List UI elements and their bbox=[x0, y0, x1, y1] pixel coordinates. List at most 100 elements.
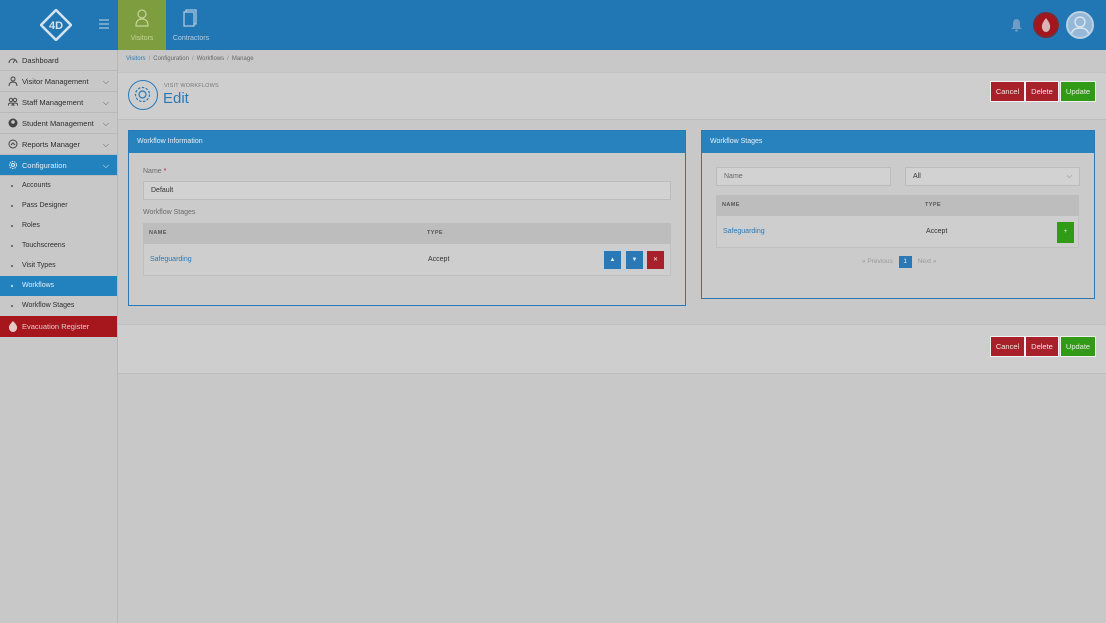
table-row: Safeguarding Accept bbox=[716, 216, 1079, 248]
workflow-information-panel: Workflow Information bbox=[128, 130, 686, 306]
page-title: Edit bbox=[163, 90, 189, 107]
arrow-down-icon: ▼ bbox=[631, 257, 638, 263]
sidebar-subitem-label: Pass Designer bbox=[22, 202, 68, 209]
sidebar-subitem-label: Visit Types bbox=[22, 262, 56, 269]
svg-text:4D: 4D bbox=[49, 20, 63, 32]
sidebar-item-reports-manager[interactable]: Reports Manager ⌵ bbox=[0, 134, 117, 155]
sidebar-subitem-label: Touchscreens bbox=[22, 242, 66, 249]
page-subtitle: VISIT WORKFLOWS bbox=[164, 83, 219, 89]
sidebar-subitem-roles[interactable]: Roles bbox=[0, 216, 117, 236]
flame-icon bbox=[1041, 18, 1051, 32]
delete-button[interactable]: Delete bbox=[1025, 81, 1059, 102]
plus-icon: + bbox=[1063, 229, 1068, 235]
next-page-button[interactable]: Next » bbox=[918, 258, 937, 265]
sidebar-item-label: Dashboard bbox=[22, 56, 59, 65]
evacuation-button[interactable] bbox=[1033, 12, 1059, 38]
bullet-icon bbox=[11, 185, 13, 187]
sidebar-item-evacuation-register[interactable]: Evacuation Register bbox=[0, 316, 117, 337]
pagination: « Previous 1 Next » bbox=[862, 256, 937, 268]
cancel-button[interactable]: Cancel bbox=[990, 81, 1025, 102]
settings-icon bbox=[128, 80, 158, 110]
chevron-down-icon: ⌵ bbox=[1066, 173, 1072, 180]
sidebar-item-student-management[interactable]: Student Management ⌵ bbox=[0, 113, 117, 134]
sidebar-item-label: Reports Manager bbox=[22, 140, 80, 149]
sidebar-item-configuration[interactable]: Configuration ⌵ bbox=[0, 155, 117, 176]
breadcrumb-link[interactable]: Configuration bbox=[153, 56, 189, 62]
student-icon bbox=[8, 118, 18, 128]
stage-name-link[interactable]: Safeguarding bbox=[150, 244, 192, 276]
breadcrumb-current: Manage bbox=[231, 56, 254, 62]
table-header: NAME TYPE bbox=[143, 223, 671, 244]
column-header-type: TYPE bbox=[427, 230, 443, 236]
delete-button[interactable]: Delete bbox=[1025, 336, 1059, 357]
panel-heading: Workflow Stages bbox=[702, 131, 1094, 153]
sidebar-subitem-label: Workflows bbox=[22, 282, 55, 289]
label-text: Name bbox=[143, 168, 162, 175]
name-field[interactable]: Default bbox=[143, 181, 671, 200]
table-header: NAME TYPE bbox=[716, 195, 1079, 216]
sidebar-item-label: Evacuation Register bbox=[22, 322, 90, 331]
dashboard-icon bbox=[8, 58, 18, 64]
sidebar-subitem-visit-types[interactable]: Visit Types bbox=[0, 256, 117, 276]
arrow-up-icon: ▲ bbox=[609, 257, 616, 263]
menu-toggle-icon[interactable] bbox=[99, 19, 109, 29]
move-down-button[interactable]: ▼ bbox=[626, 251, 643, 269]
remove-stage-button[interactable]: ✕ bbox=[647, 251, 664, 269]
footer-actions bbox=[118, 324, 1106, 374]
chevron-down-icon: ⌵ bbox=[102, 98, 109, 107]
sidebar-subitem-workflow-stages[interactable]: Workflow Stages bbox=[0, 296, 117, 316]
breadcrumb-separator: / bbox=[148, 56, 151, 62]
user-avatar[interactable] bbox=[1066, 11, 1094, 39]
update-button[interactable]: Update bbox=[1060, 81, 1096, 102]
previous-page-button[interactable]: « Previous bbox=[862, 258, 893, 265]
avatar-icon bbox=[1070, 16, 1090, 37]
table-row: Safeguarding Accept bbox=[143, 244, 671, 276]
tab-visitors[interactable]: Visitors bbox=[118, 0, 166, 50]
sidebar-item-dashboard[interactable]: Dashboard bbox=[0, 50, 117, 71]
stage-search-input[interactable]: Name bbox=[716, 167, 891, 186]
page-number-button[interactable]: 1 bbox=[898, 256, 912, 268]
sidebar-subitem-label: Accounts bbox=[22, 182, 51, 189]
sidebar-item-label: Visitor Management bbox=[22, 77, 89, 86]
chevron-down-icon: ⌵ bbox=[102, 161, 109, 170]
cancel-button[interactable]: Cancel bbox=[990, 336, 1025, 357]
workflow-stages-label: Workflow Stages bbox=[143, 209, 196, 216]
column-header-type: TYPE bbox=[925, 202, 941, 208]
breadcrumb-separator: / bbox=[227, 56, 229, 62]
tab-contractors[interactable]: Contractors bbox=[167, 0, 215, 50]
column-header-name: NAME bbox=[149, 230, 167, 236]
staff-icon bbox=[8, 97, 18, 107]
gear-icon bbox=[9, 161, 17, 169]
sidebar-item-label: Student Management bbox=[22, 119, 94, 128]
sidebar-item-visitor-management[interactable]: Visitor Management ⌵ bbox=[0, 71, 117, 92]
close-icon: ✕ bbox=[652, 257, 659, 263]
bullet-icon bbox=[11, 245, 13, 247]
breadcrumb-link[interactable]: Workflows bbox=[197, 56, 225, 62]
stage-type: Accept bbox=[926, 228, 948, 235]
move-up-button[interactable]: ▲ bbox=[604, 251, 621, 269]
sidebar-item-label: Configuration bbox=[22, 161, 67, 170]
panel-heading: Workflow Information bbox=[129, 131, 685, 153]
breadcrumb-separator: / bbox=[191, 56, 194, 62]
breadcrumb-link[interactable]: Visitors bbox=[126, 56, 146, 62]
page-header bbox=[118, 72, 1106, 120]
sidebar-subitem-accounts[interactable]: Accounts bbox=[0, 176, 117, 196]
sidebar-subitem-pass-designer[interactable]: Pass Designer bbox=[0, 196, 117, 216]
required-mark: * bbox=[163, 168, 167, 175]
sidebar-subitem-workflows[interactable]: Workflows bbox=[0, 276, 117, 296]
stage-name-link[interactable]: Safeguarding bbox=[723, 216, 765, 248]
document-icon bbox=[183, 9, 197, 27]
sidebar-item-staff-management[interactable]: Staff Management ⌵ bbox=[0, 92, 117, 113]
app-logo[interactable]: 4D bbox=[40, 9, 72, 41]
logo-area: 4D bbox=[0, 0, 118, 50]
sidebar-subitem-label: Workflow Stages bbox=[22, 302, 75, 309]
stage-type-select[interactable]: All ⌵ bbox=[905, 167, 1080, 186]
bullet-icon bbox=[11, 225, 13, 227]
sidebar-subitem-touchscreens[interactable]: Touchscreens bbox=[0, 236, 117, 256]
sidebar-subitem-label: Roles bbox=[22, 222, 40, 229]
stage-type: Accept bbox=[428, 256, 450, 263]
bell-icon[interactable] bbox=[1010, 18, 1023, 32]
add-stage-button[interactable]: + bbox=[1057, 222, 1074, 243]
update-button[interactable]: Update bbox=[1060, 336, 1096, 357]
tab-label: Visitors bbox=[130, 35, 154, 42]
